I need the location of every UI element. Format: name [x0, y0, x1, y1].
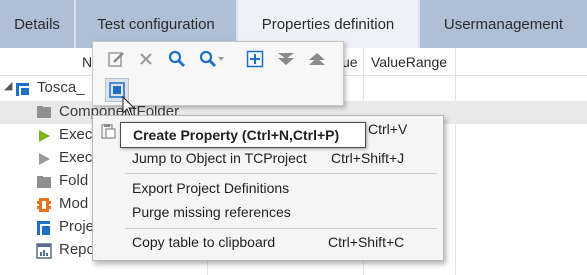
menu-separator	[125, 228, 437, 229]
menu-shortcut: Ctrl+V	[368, 121, 408, 137]
column-header-name[interactable]: N	[82, 48, 92, 75]
tree-item-label: Mod	[59, 195, 89, 212]
project-icon	[16, 83, 30, 96]
tree-item-label: Fold	[59, 172, 89, 189]
module-icon	[37, 198, 51, 212]
folder-icon	[37, 176, 51, 188]
collapse-all-icon[interactable]	[306, 48, 328, 70]
report-icon	[36, 243, 52, 259]
tree-root-label: Tosca_	[37, 79, 85, 96]
menu-item-label: Export Project Definitions	[132, 180, 290, 196]
tab-details[interactable]: Details	[0, 0, 74, 48]
tree-item-label: Proje	[59, 218, 95, 235]
tab-label: Details	[14, 15, 60, 33]
expand-all-icon[interactable]	[275, 48, 297, 70]
execution-icon	[39, 130, 50, 142]
execution-list-icon	[39, 153, 50, 165]
project-icon	[37, 221, 51, 235]
menu-shortcut: Ctrl+Shift+C	[328, 234, 405, 250]
delete-icon[interactable]	[135, 48, 157, 70]
menu-item-label: Purge missing references	[132, 204, 291, 220]
menu-item-label: Jump to Object in TCProject	[132, 150, 307, 166]
chevron-down-icon[interactable]	[216, 48, 226, 70]
tree-item-label: Exec	[59, 149, 93, 166]
tooltip-create-property: Create Property (Ctrl+N,Ctrl+P)	[120, 122, 366, 148]
add-icon[interactable]	[244, 48, 266, 70]
menu-item-jump-to-object[interactable]: Jump to Object in TCProject Ctrl+Shift+J	[93, 146, 443, 170]
column-header-value[interactable]: ue	[342, 48, 358, 75]
folder-icon	[37, 106, 51, 118]
menu-item-label: Copy table to clipboard	[132, 234, 276, 250]
edit-icon[interactable]	[105, 48, 127, 70]
tab-label: Properties definition	[261, 15, 395, 33]
menu-separator	[125, 173, 437, 174]
menu-shortcut: Ctrl+Shift+J	[331, 150, 405, 166]
menu-item-purge-missing-references[interactable]: Purge missing references	[93, 201, 443, 225]
menu-item-copy-table[interactable]: Copy table to clipboard Ctrl+Shift+C	[93, 231, 443, 255]
tab-label: Usermanagement	[443, 15, 564, 33]
tooltip-text: Create Property (Ctrl+N,Ctrl+P)	[133, 127, 340, 143]
search-icon[interactable]	[166, 48, 188, 70]
tree-item-label: Exec	[59, 126, 93, 143]
menu-item-export-project-definitions[interactable]: Export Project Definitions	[93, 176, 443, 200]
tab-label: Test configuration	[97, 15, 215, 33]
column-header-valuerange[interactable]: ValueRange	[371, 48, 447, 75]
collapse-arrow-icon[interactable]: ◢	[4, 79, 12, 92]
tab-usermanagement[interactable]: Usermanagement	[420, 0, 587, 48]
